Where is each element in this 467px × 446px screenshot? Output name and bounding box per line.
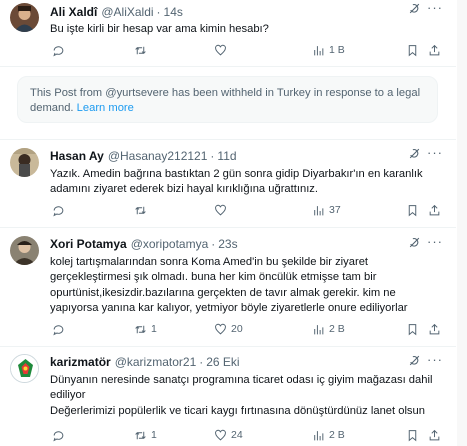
- views-icon: [314, 430, 324, 440]
- bookmark-button[interactable]: [406, 321, 419, 337]
- post-hasan-ay[interactable]: Hasan Ay @Hasanay212121 · 11d ··· Yazık.…: [0, 145, 456, 228]
- post-time[interactable]: 26 Eki: [206, 353, 239, 371]
- grok-icon[interactable]: [408, 354, 421, 367]
- grok-icon[interactable]: [408, 2, 421, 15]
- post-time[interactable]: 23s: [218, 235, 237, 253]
- post-text: kolej tartışmalarından sonra Koma Amed'i…: [50, 256, 408, 314]
- author-handle[interactable]: @Hasanay212121: [108, 147, 208, 165]
- post-ali-xaldi[interactable]: Ali Xaldî @AliXaldi · 14s ··· Bu işte ki…: [0, 0, 456, 67]
- share-button[interactable]: [428, 202, 441, 218]
- learn-more-link[interactable]: Learn more: [77, 102, 134, 114]
- reply-icon: [53, 430, 64, 441]
- author-handle[interactable]: @karizmator21: [115, 353, 197, 371]
- bookmark-icon: [408, 429, 417, 441]
- scrollbar[interactable]: [457, 0, 467, 446]
- like-count: 20: [231, 323, 243, 335]
- avatar[interactable]: [10, 148, 39, 177]
- author-name[interactable]: Ali Xaldî: [50, 3, 97, 21]
- share-button[interactable]: [428, 427, 441, 443]
- like-icon: [215, 429, 226, 440]
- repost-icon: [135, 46, 146, 54]
- post-xori-potamya[interactable]: Xori Potamya @xoripotamya · 23s ··· kole…: [0, 234, 456, 347]
- grok-icon[interactable]: [408, 147, 421, 160]
- like-button[interactable]: [214, 42, 227, 58]
- views-icon: [314, 324, 324, 334]
- views-icon: [314, 205, 324, 215]
- repost-button[interactable]: 1: [134, 321, 157, 337]
- post-time[interactable]: 14s: [164, 3, 183, 21]
- avatar[interactable]: [10, 236, 39, 265]
- post-karizmator[interactable]: karizmatör @karizmator21 · 26 Eki ··· Dü…: [0, 352, 456, 446]
- author-handle[interactable]: @AliXaldi: [101, 3, 153, 21]
- share-button[interactable]: [428, 42, 441, 58]
- post-text: Dünyanın neresinde sanatçı programına ti…: [50, 374, 433, 417]
- repost-icon: [135, 431, 146, 439]
- views-count: 2 B: [329, 323, 345, 335]
- share-icon: [429, 204, 440, 215]
- views-count: 1 B: [329, 44, 345, 56]
- like-icon: [215, 323, 226, 334]
- post-time[interactable]: 11d: [217, 147, 236, 165]
- post-text: Bu işte kirli bir hesap var ama kimin he…: [50, 23, 269, 35]
- avatar[interactable]: [10, 3, 39, 32]
- share-icon: [429, 44, 440, 55]
- views-count: 37: [329, 204, 341, 216]
- bookmark-button[interactable]: [406, 427, 419, 443]
- reply-icon: [53, 324, 64, 335]
- more-icon[interactable]: ···: [427, 234, 443, 250]
- share-icon: [429, 323, 440, 334]
- reply-icon: [53, 45, 64, 56]
- like-button[interactable]: [214, 202, 227, 218]
- like-icon: [215, 204, 226, 215]
- repost-icon: [135, 206, 146, 214]
- more-icon[interactable]: ···: [427, 145, 443, 161]
- author-name[interactable]: Hasan Ay: [50, 147, 104, 165]
- like-count: 24: [231, 429, 243, 441]
- more-icon[interactable]: ···: [427, 352, 443, 368]
- like-button[interactable]: 24: [214, 427, 243, 443]
- views-icon: [314, 45, 324, 55]
- repost-button[interactable]: [134, 42, 147, 58]
- views-button[interactable]: 2 B: [312, 321, 345, 337]
- post-text: Yazık. Amedin bağrına bastıktan 2 gün so…: [50, 168, 423, 196]
- repost-count: 1: [151, 323, 157, 335]
- more-icon[interactable]: ···: [427, 0, 443, 16]
- bookmark-button[interactable]: [406, 202, 419, 218]
- reply-button[interactable]: [52, 42, 65, 58]
- repost-button[interactable]: [134, 202, 147, 218]
- bookmark-icon: [408, 323, 417, 335]
- views-button[interactable]: 37: [312, 202, 341, 218]
- repost-button[interactable]: 1: [134, 427, 157, 443]
- share-button[interactable]: [428, 321, 441, 337]
- bookmark-button[interactable]: [406, 42, 419, 58]
- author-name[interactable]: karizmatör: [50, 353, 111, 371]
- bookmark-icon: [408, 44, 417, 56]
- reply-button[interactable]: [52, 427, 65, 443]
- reply-button[interactable]: [52, 321, 65, 337]
- avatar[interactable]: [10, 354, 39, 383]
- views-count: 2 B: [329, 429, 345, 441]
- reply-icon: [53, 205, 64, 216]
- author-name[interactable]: Xori Potamya: [50, 235, 127, 253]
- views-button[interactable]: 2 B: [312, 427, 345, 443]
- author-handle[interactable]: @xoripotamya: [131, 235, 209, 253]
- like-icon: [215, 44, 226, 55]
- views-button[interactable]: 1 B: [312, 42, 345, 58]
- reply-button[interactable]: [52, 202, 65, 218]
- repost-count: 1: [151, 429, 157, 441]
- like-button[interactable]: 20: [214, 321, 243, 337]
- withheld-notice: This Post from @yurtsevere has been with…: [17, 76, 438, 123]
- share-icon: [429, 429, 440, 440]
- repost-icon: [135, 325, 146, 333]
- grok-icon[interactable]: [408, 236, 421, 249]
- bookmark-icon: [408, 204, 417, 216]
